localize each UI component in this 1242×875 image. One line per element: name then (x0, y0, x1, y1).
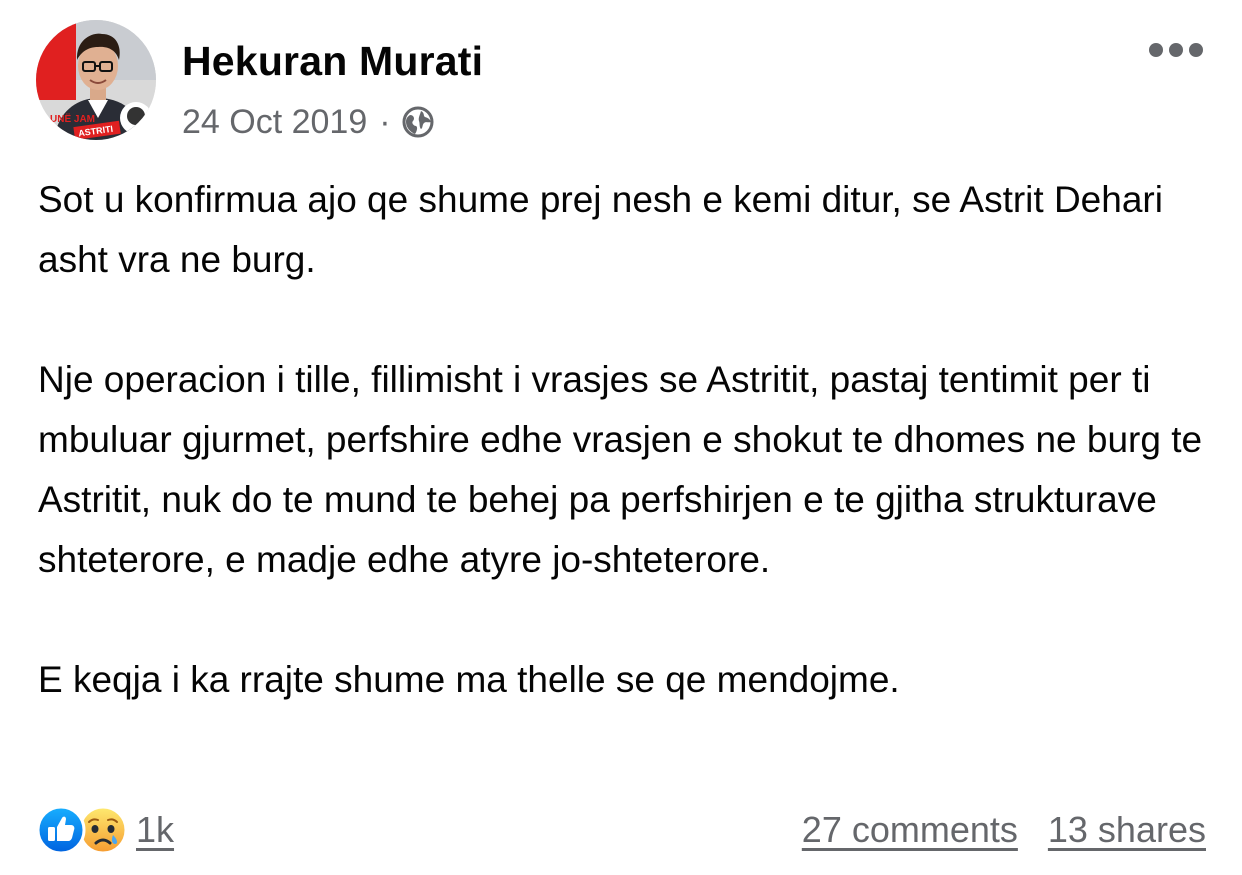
post-footer: 1k 27 comments 13 shares (36, 800, 1206, 860)
meta-separator: · (379, 102, 391, 141)
post-meta: 24 Oct 2019 · (182, 100, 435, 144)
author-avatar[interactable]: UNË JAM ASTRITI (36, 20, 156, 140)
post-paragraph: E keqja i ka rrajte shume ma thelle se q… (38, 659, 900, 700)
facebook-post: UNË JAM ASTRITI Hekuran Murati 24 Oct 20… (0, 0, 1242, 875)
post-stats: 27 comments 13 shares (802, 809, 1206, 851)
post-date[interactable]: 24 Oct 2019 (182, 103, 367, 142)
post-paragraph: Sot u konfirmua ajo qe shume prej nesh e… (38, 179, 1163, 280)
post-paragraph: Nje operacion i tille, fillimisht i vras… (38, 359, 1203, 580)
comments-link[interactable]: 27 comments (802, 809, 1018, 851)
post-header: UNË JAM ASTRITI Hekuran Murati 24 Oct 20… (36, 20, 1206, 145)
shares-link[interactable]: 13 shares (1048, 809, 1206, 851)
post-body: Sot u konfirmua ajo qe shume prej nesh e… (38, 170, 1208, 710)
more-horizontal-icon (1149, 43, 1203, 57)
avatar-badge-line1: UNË JAM (50, 112, 95, 125)
like-icon (36, 805, 86, 855)
more-options-button[interactable] (1146, 30, 1206, 70)
author-name[interactable]: Hekuran Murati (182, 38, 483, 85)
reactions-summary[interactable]: 1k (36, 805, 174, 855)
avatar-image: UNË JAM ASTRITI (36, 20, 156, 140)
reactions-count[interactable]: 1k (136, 809, 174, 851)
globe-icon (401, 105, 435, 139)
